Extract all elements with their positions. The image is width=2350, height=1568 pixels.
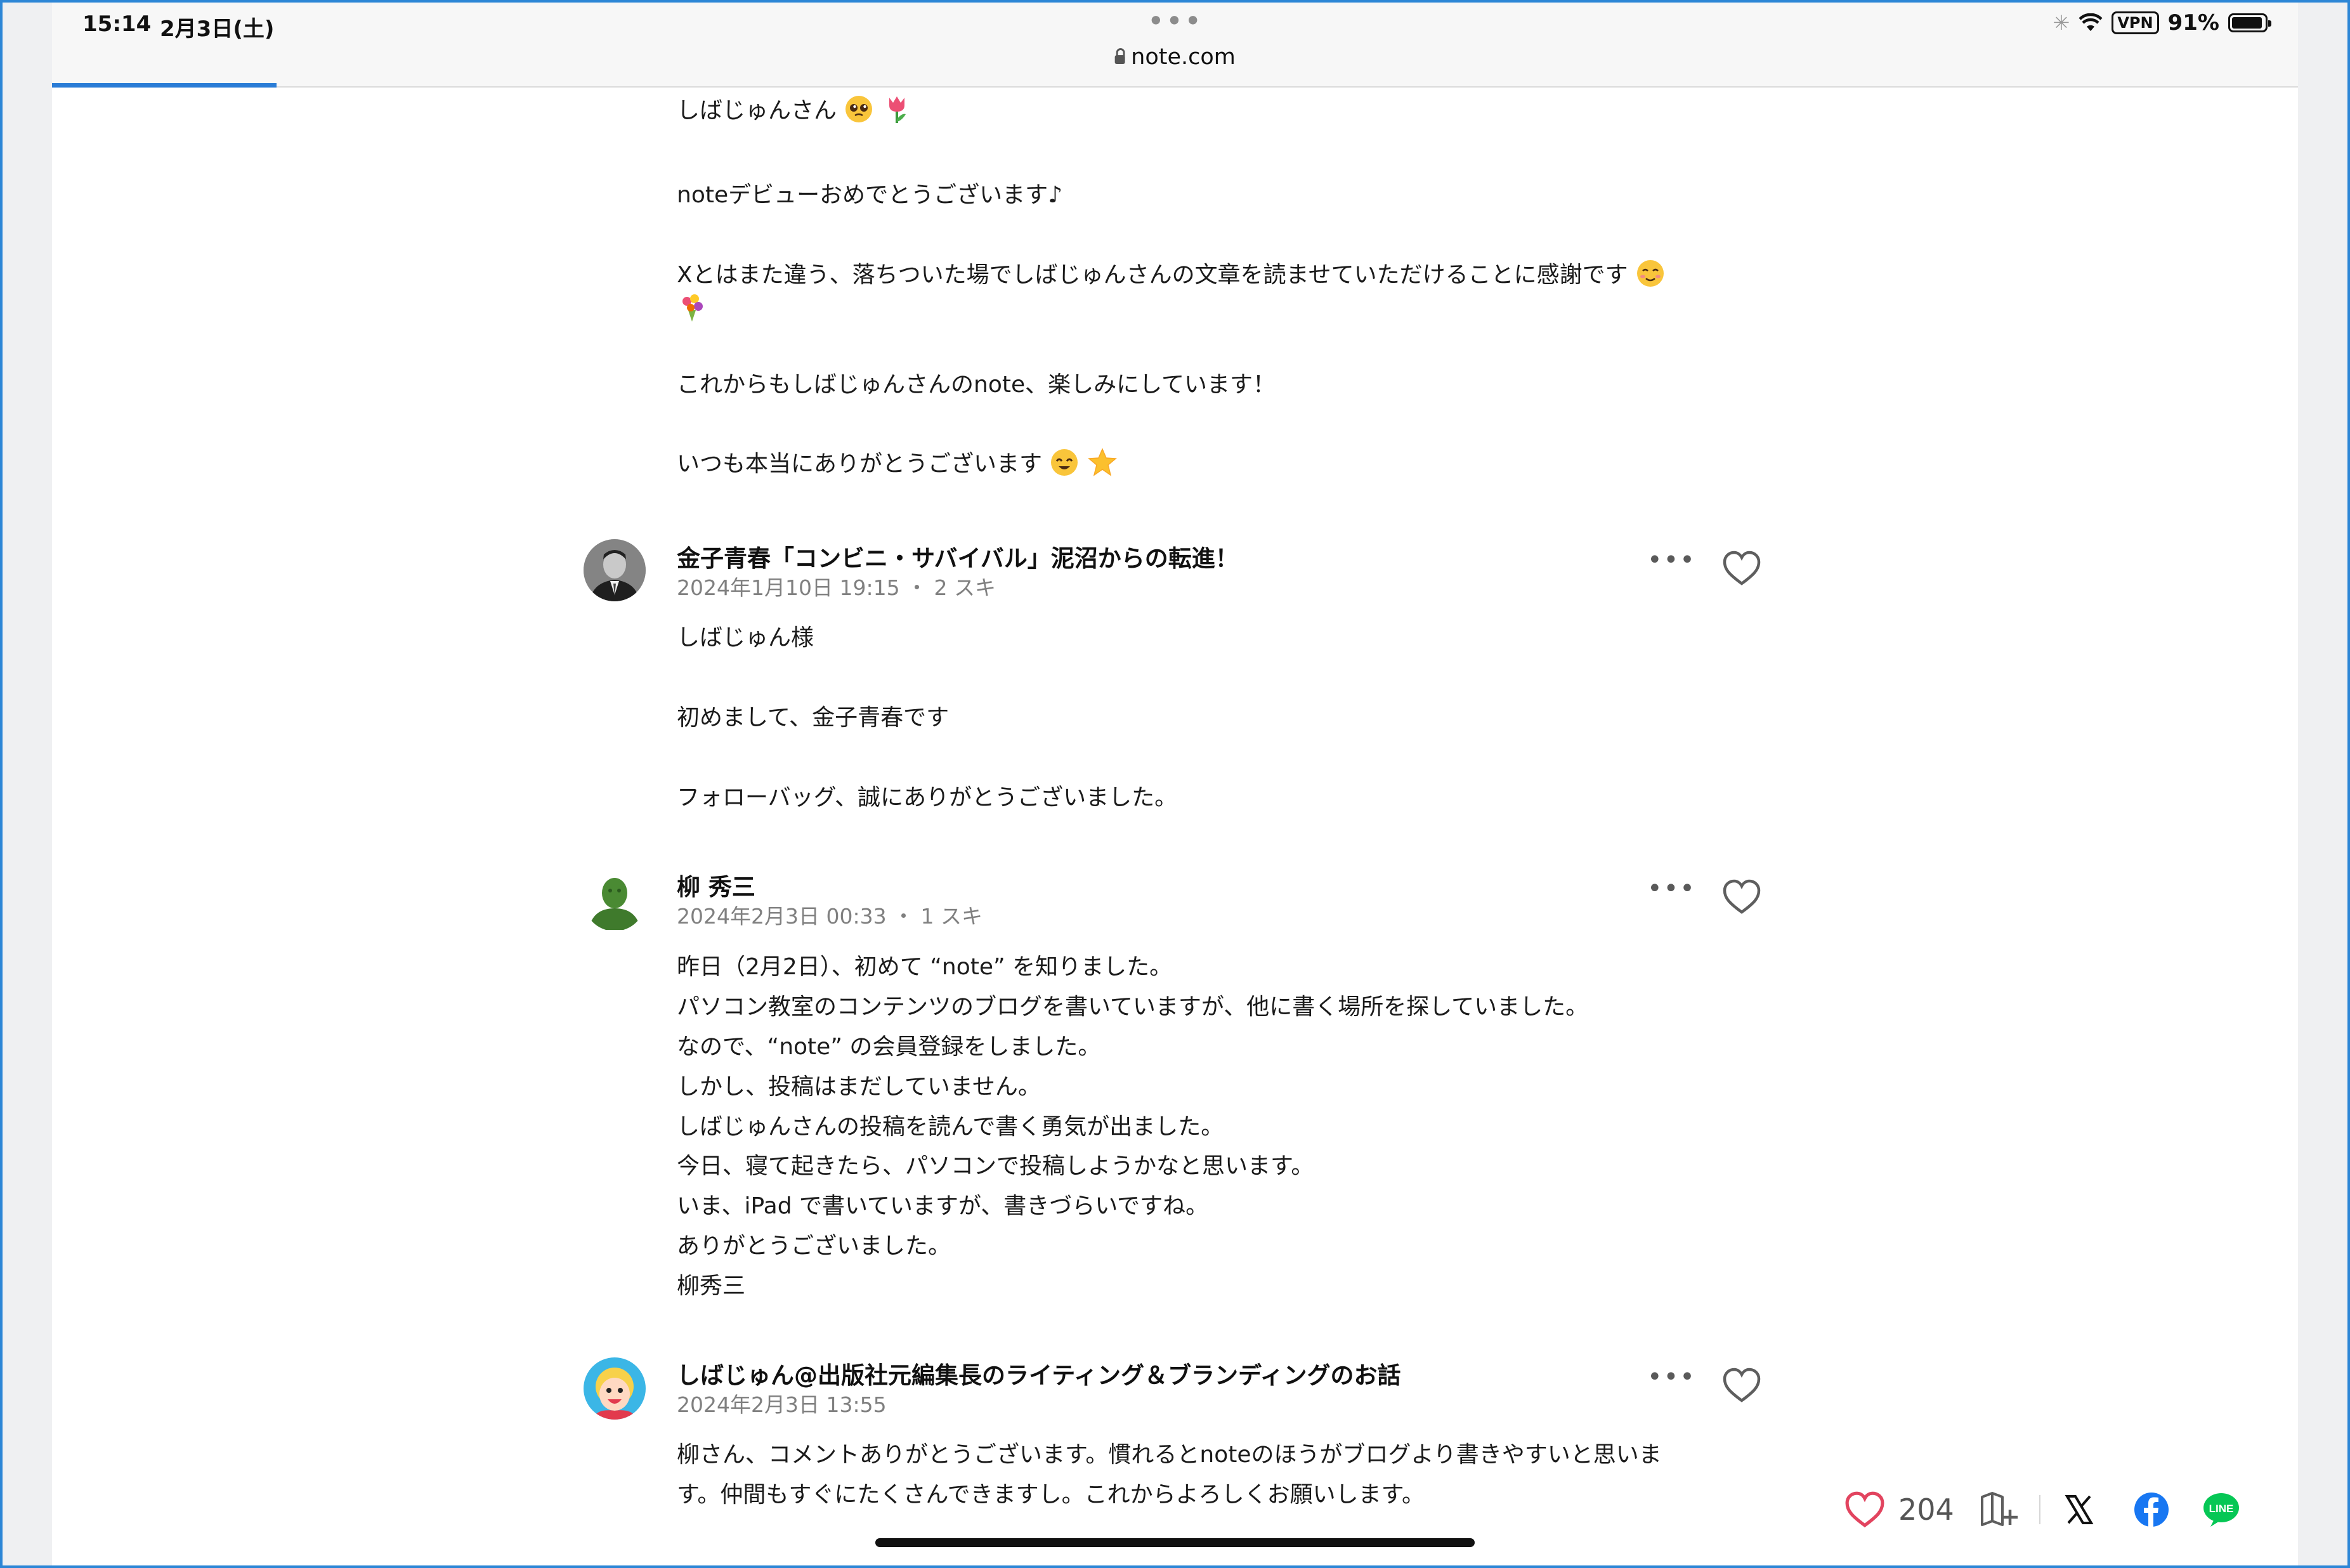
comment-body-line: いつも本当にありがとうございます [677,444,1118,484]
status-date: 2月3日(土) [160,16,275,42]
comment-body-line: 今日、寝て起きたら、パソコンで投稿しようかなと思います。 [677,1153,1314,1179]
home-indicator[interactable] [875,1538,1475,1547]
more-options-button[interactable]: ••• [1647,1362,1696,1392]
comment-body-line: ありがとうございました。 [677,1233,951,1259]
comment-body-line [677,289,707,329]
comment-meta: 2024年2月3日 00:33 ・ 1 スキ [677,904,983,929]
like-heart-button[interactable] [1721,549,1763,587]
comment-body-line: noteデビューおめでとうございます♪ [677,182,1063,208]
more-options-button[interactable]: ••• [1647,546,1696,575]
pleading-face-emoji-icon [845,96,873,122]
like-heart-button[interactable] [1721,1366,1763,1404]
address-bar[interactable]: note.com [1114,44,1236,70]
bouquet-emoji-icon [682,294,703,322]
comment-meta: 2024年2月3日 13:55 [677,1392,887,1417]
vpn-badge: VPN [2112,11,2159,34]
like-article-heart-button[interactable] [1843,1490,1887,1529]
comment-body-line: 初めまして、金子青春です [677,705,950,731]
comment-body-line: しばじゅんさんの投稿を読んで書く勇気が出ました。 [677,1114,1224,1140]
url-text: note.com [1131,44,1236,70]
x-share-icon[interactable] [2063,1494,2095,1526]
status-indicators: ✳ VPN 91% [2053,10,2271,36]
comment-body-line: フォローバッグ、誠にありがとうございました。 [677,785,1178,811]
comment-body-line: これからもしばじゅんさんのnote、楽しみにしています！ [677,372,1276,398]
comment-meta: 2024年1月10日 19:15 ・ 2 スキ [677,575,996,600]
status-time: 15:14 [82,11,152,37]
comment-author-name[interactable]: しばじゅん@出版社元編集長のライティング＆ブランディングのお話 [677,1356,1400,1390]
add-to-magazine-icon[interactable] [1980,1491,2020,1529]
comment-body-line: なので、“note” の会員登録をしました。 [677,1034,1101,1060]
like-count: 204 [1898,1493,1954,1527]
like-heart-button[interactable] [1721,878,1763,916]
line-share-icon[interactable]: LINE [2202,1491,2241,1528]
lock-icon [1114,48,1125,64]
comment-body-line: いま、iPad で書いていますが、書きづらいですね。 [677,1193,1209,1219]
comment-body-line: Xとはまた違う、落ちついた場でしばじゅんさんの文章を読ませていただけることに感謝… [677,255,1666,295]
avatar[interactable] [584,869,646,931]
comment-body-line: パソコン教室のコンテンツのブログを書いていますが、他に書く場所を探していました。 [677,994,1589,1020]
comment-body-line: 昨日（2月2日）、初めて “note” を知りました。 [677,954,1173,980]
comment-author-name[interactable]: 金子青春「コンビニ・サバイバル」泥沼からの転進！ [677,539,1239,573]
action-separator [2039,1495,2040,1524]
left-margin-panel [0,0,52,1568]
battery-percent: 91% [2167,10,2219,36]
facebook-share-icon[interactable] [2133,1491,2170,1528]
wifi-icon [2079,13,2103,31]
comment-body-line: 柳さん、コメントありがとうございます。慣れるとnoteのほうがブログより書きやす… [677,1442,1662,1468]
svg-text:LINE: LINE [2209,1503,2233,1515]
comment-body-line: す。仲間もすぐにたくさんできますし。これからよろしくお願いします。 [677,1482,1425,1508]
smiling-eyes-emoji-icon [1051,449,1078,476]
multitasking-dots-button[interactable]: ••• [1147,4,1203,38]
article-action-bar: 204 LINE [1843,1484,2241,1535]
right-margin-panel [2298,0,2350,1568]
battery-icon [2228,13,2271,32]
activity-spinner-icon: ✳ [2053,11,2070,35]
star-emoji-icon [1088,448,1117,476]
smiling-face-emoji-icon [1637,260,1664,287]
comment-thread: しばじゅんさん noteデビューおめでとうございます♪ Xとはまた違う、落ちつい… [52,88,2298,1568]
comment-body-line: しかし、投稿はまだしていません。 [677,1074,1041,1100]
avatar[interactable] [584,1357,646,1420]
tulip-emoji-icon [889,96,906,123]
more-options-button[interactable]: ••• [1647,874,1696,903]
browser-top-bar: 15:14 2月3日(土) ••• note.com ✳ VPN 91% [52,0,2298,88]
avatar[interactable] [584,539,646,601]
comment-body-line: しばじゅん様 [677,625,814,651]
page-load-progress-bar [52,83,277,88]
comment-body-line: 柳秀三 [677,1273,746,1299]
comment-body-line: しばじゅんさん [677,91,912,131]
comment-author-name[interactable]: 柳 秀三 [677,868,755,902]
